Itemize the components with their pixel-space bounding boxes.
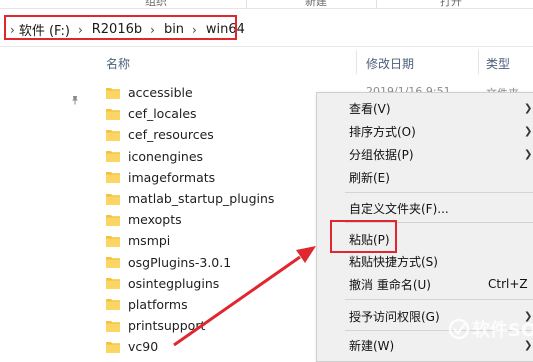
paste-highlight-box <box>330 220 397 253</box>
address-highlight-box <box>4 15 237 40</box>
menu-item-paste-shortcut[interactable]: 粘贴快捷方式(S) <box>317 250 533 272</box>
file-name: matlab_startup_plugins <box>128 191 275 207</box>
file-name: osintegplugins <box>128 275 220 291</box>
folder-icon <box>106 299 120 311</box>
file-name: cef_resources <box>128 127 214 143</box>
ribbon-group-organize[interactable]: 组织 <box>145 0 167 9</box>
file-name: printsupport <box>128 318 206 334</box>
file-name: imageformats <box>128 169 216 185</box>
menu-item-label: 授予访问权限(G) <box>349 309 440 324</box>
list-item[interactable]: matlab_startup_plugins <box>106 188 346 209</box>
menu-item-label: 分组依据(P) <box>349 147 414 162</box>
folder-icon <box>106 151 120 163</box>
watermark-text: 软件SOS <box>472 319 533 341</box>
list-item[interactable]: msmpi <box>106 230 346 251</box>
list-item[interactable]: cef_locales <box>106 103 346 124</box>
list-item[interactable]: cef_resources <box>106 124 346 145</box>
folder-icon <box>106 235 120 247</box>
file-list: accessible cef_locales cef_resources ico… <box>106 82 346 357</box>
ribbon-strip: 组织 新建 打开 <box>0 0 533 9</box>
list-item[interactable]: osintegplugins <box>106 273 346 294</box>
menu-separator <box>345 299 533 300</box>
folder-icon <box>106 257 120 269</box>
ribbon-group-new[interactable]: 新建 <box>305 0 327 9</box>
folder-icon <box>106 341 120 353</box>
menu-item-label: 查看(V) <box>349 101 391 116</box>
file-name: osgPlugins-3.0.1 <box>128 254 232 270</box>
file-name: iconengines <box>128 148 204 164</box>
column-divider[interactable] <box>356 50 357 74</box>
pin-icon[interactable] <box>70 95 80 105</box>
list-item[interactable]: mexopts <box>106 209 346 230</box>
folder-icon <box>106 108 120 120</box>
file-name: vc90 <box>128 339 159 355</box>
menu-item-label: 粘贴快捷方式(S) <box>349 254 438 269</box>
menu-item-label: 自定义文件夹(F)... <box>349 201 449 216</box>
menu-item-label: 撤消 重命名(U) <box>349 277 431 292</box>
menu-separator <box>345 192 533 193</box>
watermark-logo: 软件SOS <box>448 318 533 341</box>
ribbon-divider <box>246 0 247 8</box>
menu-item-sort-by[interactable]: 排序方式(O) ❯ <box>317 120 533 142</box>
list-item[interactable]: vc90 <box>106 336 346 357</box>
ribbon-group-open[interactable]: 打开 <box>440 0 462 9</box>
address-bar[interactable]: › 软件 (F:) › R2016b › bin › win64 <box>0 12 533 47</box>
folder-icon <box>106 87 120 99</box>
menu-item-group-by[interactable]: 分组依据(P) ❯ <box>317 143 533 165</box>
folder-icon <box>106 129 120 141</box>
chevron-right-icon: ❯ <box>524 102 533 114</box>
ribbon-divider <box>376 0 377 8</box>
file-name: msmpi <box>128 233 171 249</box>
folder-icon <box>106 214 120 226</box>
file-name: cef_locales <box>128 106 197 122</box>
column-header-name[interactable]: 名称 <box>106 55 130 72</box>
folder-icon <box>106 320 120 332</box>
menu-item-label: 排序方式(O) <box>349 124 416 139</box>
column-divider[interactable] <box>478 50 479 74</box>
chevron-right-icon: ❯ <box>524 125 533 137</box>
list-item[interactable]: osgPlugins-3.0.1 <box>106 252 346 273</box>
list-item[interactable]: accessible <box>106 82 346 103</box>
list-item[interactable]: platforms <box>106 294 346 315</box>
column-header-date[interactable]: 修改日期 <box>366 55 414 72</box>
menu-item-label: 新建(W) <box>349 338 395 353</box>
column-header-type[interactable]: 类型 <box>486 55 510 72</box>
folder-icon <box>106 193 120 205</box>
folder-icon <box>106 278 120 290</box>
menu-item-undo-rename[interactable]: 撤消 重命名(U) Ctrl+Z <box>317 273 533 295</box>
folder-icon <box>106 172 120 184</box>
chevron-right-icon: ❯ <box>524 148 533 160</box>
menu-item-view[interactable]: 查看(V) ❯ <box>317 97 533 119</box>
file-name: accessible <box>128 85 193 101</box>
list-item[interactable]: iconengines <box>106 146 346 167</box>
shortcut-label: Ctrl+Z <box>488 277 528 291</box>
file-name: mexopts <box>128 212 182 228</box>
menu-item-refresh[interactable]: 刷新(E) <box>317 166 533 188</box>
menu-item-label: 刷新(E) <box>349 170 390 185</box>
file-name: platforms <box>128 296 188 312</box>
list-item[interactable]: printsupport <box>106 315 346 336</box>
menu-item-customize-folder[interactable]: 自定义文件夹(F)... <box>317 197 533 219</box>
list-item[interactable]: imageformats <box>106 167 346 188</box>
